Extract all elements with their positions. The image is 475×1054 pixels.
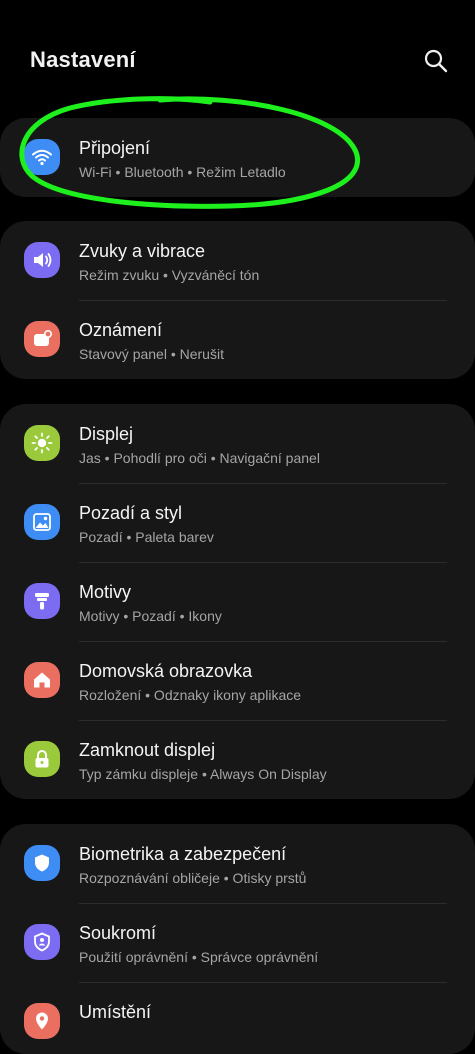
settings-item-label: Umístění [79, 1002, 152, 1022]
settings-group-sound: Zvuky a vibrace Režim zvuku • Vyzváněcí … [0, 221, 475, 379]
location-pin-icon [24, 1003, 60, 1039]
settings-item-biometrics[interactable]: Biometrika a zabezpečení Rozpoznávání ob… [0, 824, 475, 903]
settings-item-privacy[interactable]: Soukromí Použití oprávnění • Správce opr… [0, 903, 475, 982]
settings-item-subtitle: Rozpoznávání obličeje • Otisky prstů [79, 870, 307, 886]
settings-item-subtitle: Typ zámku displeje • Always On Display [79, 766, 327, 782]
sun-icon [24, 425, 60, 461]
settings-item-subtitle: Použití oprávnění • Správce oprávnění [79, 949, 319, 965]
settings-item-subtitle: Režim zvuku • Vyzváněcí tón [79, 267, 260, 283]
settings-group-connections: Připojení Wi-Fi • Bluetooth • Režim Leta… [0, 118, 475, 197]
page-title: Nastavení [30, 47, 136, 72]
lock-icon [24, 741, 60, 777]
settings-item-subtitle: Rozložení • Odznaky ikony aplikace [79, 687, 302, 703]
settings-item-label: Zamknout displej [79, 740, 216, 760]
settings-item-location[interactable]: Umístění [0, 982, 475, 1054]
settings-item-label: Oznámení [79, 320, 163, 340]
settings-item-label: Motivy [79, 582, 132, 602]
settings-item-connections[interactable]: Připojení Wi-Fi • Bluetooth • Režim Leta… [0, 118, 475, 197]
divider [79, 300, 447, 301]
divider [79, 641, 447, 642]
settings-group-security: Biometrika a zabezpečení Rozpoznávání ob… [0, 824, 475, 1054]
search-button[interactable] [422, 47, 450, 75]
shield-icon [24, 845, 60, 881]
divider [79, 720, 447, 721]
settings-item-label: Biometrika a zabezpečení [79, 844, 287, 864]
settings-item-subtitle: Jas • Pohodlí pro oči • Navigační panel [79, 450, 320, 466]
settings-item-home-screen[interactable]: Domovská obrazovka Rozložení • Odznaky i… [0, 641, 475, 720]
settings-item-display[interactable]: Displej Jas • Pohodlí pro oči • Navigačn… [0, 404, 475, 483]
divider [79, 562, 447, 563]
settings-item-subtitle: Wi-Fi • Bluetooth • Režim Letadlo [79, 164, 286, 180]
settings-item-wallpaper[interactable]: Pozadí a styl Pozadí • Paleta barev [0, 483, 475, 562]
header: Nastavení [0, 0, 475, 118]
settings-item-label: Připojení [79, 138, 151, 158]
settings-item-label: Zvuky a vibrace [79, 241, 206, 261]
settings-group-display: Displej Jas • Pohodlí pro oči • Navigačn… [0, 404, 475, 799]
settings-item-sounds[interactable]: Zvuky a vibrace Režim zvuku • Vyzváněcí … [0, 221, 475, 300]
home-icon [24, 662, 60, 698]
settings-item-notifications[interactable]: Oznámení Stavový panel • Nerušit [0, 300, 475, 379]
settings-item-label: Displej [79, 424, 134, 444]
notification-icon [24, 321, 60, 357]
speaker-icon [24, 242, 60, 278]
settings-item-subtitle: Stavový panel • Nerušit [79, 346, 224, 362]
settings-item-lock-screen[interactable]: Zamknout displej Typ zámku displeje • Al… [0, 720, 475, 799]
settings-item-subtitle: Pozadí • Paleta barev [79, 529, 214, 545]
divider [79, 903, 447, 904]
settings-item-subtitle: Motivy • Pozadí • Ikony [79, 608, 222, 624]
settings-item-label: Pozadí a styl [79, 503, 183, 523]
search-icon [424, 49, 448, 73]
brush-icon [24, 583, 60, 619]
divider [79, 483, 447, 484]
privacy-shield-icon [24, 924, 60, 960]
divider [79, 982, 447, 983]
wifi-icon [24, 139, 60, 175]
settings-item-label: Domovská obrazovka [79, 661, 253, 681]
settings-item-label: Soukromí [79, 923, 157, 943]
picture-icon [24, 504, 60, 540]
settings-item-themes[interactable]: Motivy Motivy • Pozadí • Ikony [0, 562, 475, 641]
